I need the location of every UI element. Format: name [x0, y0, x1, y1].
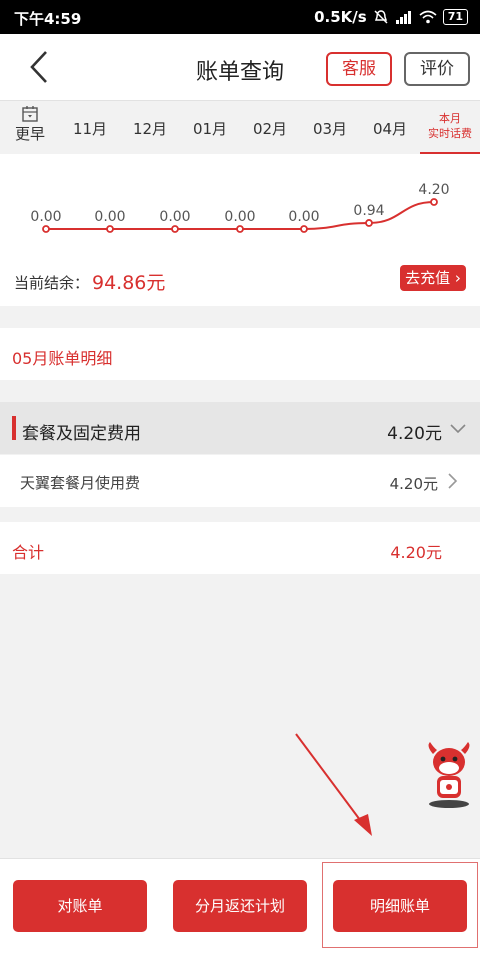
month-tabs: 更早 11月 12月 01月 02月 03月 04月 本月 实时话费: [0, 100, 480, 155]
mascot-icon[interactable]: [424, 740, 474, 812]
section-amount: 4.20元: [387, 424, 442, 444]
usage-line-chart: 0.00 0.00 0.00 0.00 0.00 0.94 4.20: [30, 182, 450, 233]
section-header[interactable]: 套餐及固定费用 4.20元: [0, 402, 480, 454]
arrow-icon: [295, 733, 372, 836]
network-speed: 0.5K/s: [314, 8, 367, 26]
section-accent-bar: [12, 416, 16, 440]
balance-label: 当前结余：: [14, 274, 90, 292]
item-title: 天翼套餐月使用费: [20, 474, 141, 492]
rate-button[interactable]: 评价: [404, 52, 470, 86]
chevron-right-icon: [448, 473, 458, 489]
item-amount: 4.20元: [389, 475, 438, 493]
tab-current-line2: 实时话费: [428, 127, 472, 140]
data-label: 0.00: [288, 209, 319, 225]
total-amount: 4.20元: [390, 543, 442, 562]
data-label: 0.00: [94, 209, 125, 225]
data-point: [430, 198, 438, 206]
monthly-refund-plan-button[interactable]: 分月返还计划: [173, 880, 307, 932]
recharge-label: 去充值: [405, 269, 451, 287]
usage-chart-card: 0.00 0.00 0.00 0.00 0.00 0.94 4.20 当前结余： 94.86…: [0, 154, 480, 306]
statement-button[interactable]: 对账单: [13, 880, 147, 932]
status-right: 0.5K/s 71: [314, 8, 468, 26]
tab-earlier-label: 更早: [14, 125, 45, 143]
data-point: [300, 225, 308, 233]
status-bar: 下午4:59 0.5K/s 71: [0, 0, 480, 34]
list-item[interactable]: 天翼套餐月使用费 4.20元: [0, 455, 480, 507]
data-label: 0.00: [159, 209, 190, 225]
wifi-icon: [419, 10, 437, 24]
highlight-frame: [322, 862, 478, 948]
data-label: 0.00: [30, 209, 61, 225]
calendar-icon: [22, 106, 38, 122]
tab-earlier[interactable]: 更早: [10, 101, 50, 155]
recharge-button[interactable]: 去充值 ›: [400, 265, 466, 291]
data-label: 4.20: [418, 182, 449, 198]
section-title: 套餐及固定费用: [22, 424, 141, 444]
balance-value: 94.86元: [92, 272, 166, 294]
total-label: 合计: [12, 543, 45, 562]
data-point: [42, 225, 50, 233]
customer-service-button[interactable]: 客服: [326, 52, 392, 86]
signal-icon: [395, 11, 411, 24]
data-point: [106, 225, 114, 233]
data-point: [171, 225, 179, 233]
month-detail-card: 05月账单明细: [0, 328, 480, 380]
data-point: [365, 219, 373, 227]
status-time: 下午4:59: [14, 10, 82, 28]
data-label: 0.94: [353, 203, 384, 219]
month-detail-title: 05月账单明细: [12, 349, 113, 368]
data-point: [236, 225, 244, 233]
battery-icon: 71: [442, 9, 468, 25]
mute-icon: [374, 10, 388, 24]
tab-current-line1: 本月: [439, 112, 461, 125]
total-row: 合计 4.20元: [0, 522, 480, 574]
data-label: 0.00: [224, 209, 255, 225]
app-header: 账单查询 客服 评价: [0, 34, 480, 100]
chevron-right-icon: ›: [454, 269, 461, 287]
chevron-down-icon: [450, 424, 466, 434]
